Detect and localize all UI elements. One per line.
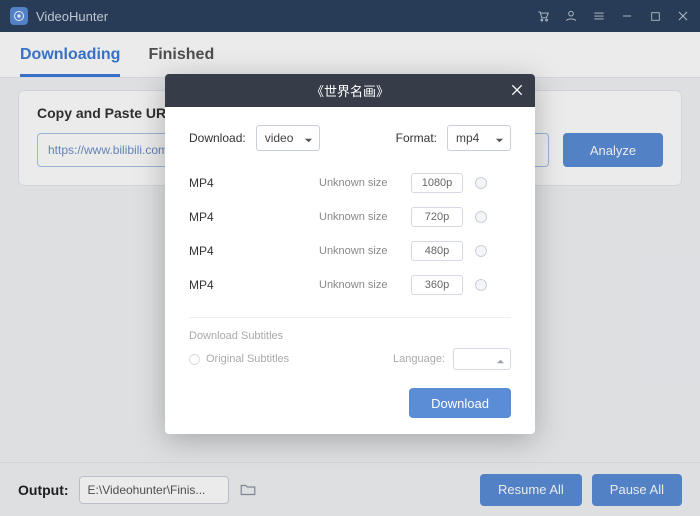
modal-overlay: 《世界名画》 Download: video Format: mp4 xyxy=(0,0,700,516)
resolution-badge: 360p xyxy=(411,275,463,295)
download-dialog: 《世界名画》 Download: video Format: mp4 xyxy=(165,74,535,434)
format-row[interactable]: MP4 Unknown size 720p xyxy=(189,207,511,227)
format-row[interactable]: MP4 Unknown size 1080p xyxy=(189,173,511,193)
resolution-badge: 1080p xyxy=(411,173,463,193)
format-label: Format: xyxy=(396,131,437,145)
chevron-down-icon xyxy=(304,134,313,148)
dialog-header: 《世界名画》 xyxy=(165,74,535,107)
original-subtitles-label: Original Subtitles xyxy=(206,353,393,365)
chevron-down-icon xyxy=(495,134,504,148)
dialog-title: 《世界名画》 xyxy=(311,81,389,100)
language-label: Language: xyxy=(393,353,445,365)
select-radio[interactable] xyxy=(475,279,487,291)
format-select[interactable]: mp4 xyxy=(447,125,511,151)
resolution-badge: 480p xyxy=(411,241,463,261)
download-type-select[interactable]: video xyxy=(256,125,320,151)
subtitles-title: Download Subtitles xyxy=(189,330,511,342)
language-select[interactable] xyxy=(453,348,511,370)
subtitles-radio xyxy=(189,354,200,365)
dialog-close-icon[interactable] xyxy=(509,82,525,101)
format-list: MP4 Unknown size 1080p MP4 Unknown size … xyxy=(189,173,511,295)
download-button[interactable]: Download xyxy=(409,388,511,418)
select-radio[interactable] xyxy=(475,177,487,189)
format-row[interactable]: MP4 Unknown size 480p xyxy=(189,241,511,261)
select-radio[interactable] xyxy=(475,211,487,223)
resolution-badge: 720p xyxy=(411,207,463,227)
download-type-label: Download: xyxy=(189,131,246,145)
select-radio[interactable] xyxy=(475,245,487,257)
format-row[interactable]: MP4 Unknown size 360p xyxy=(189,275,511,295)
chevron-up-icon xyxy=(496,355,505,369)
